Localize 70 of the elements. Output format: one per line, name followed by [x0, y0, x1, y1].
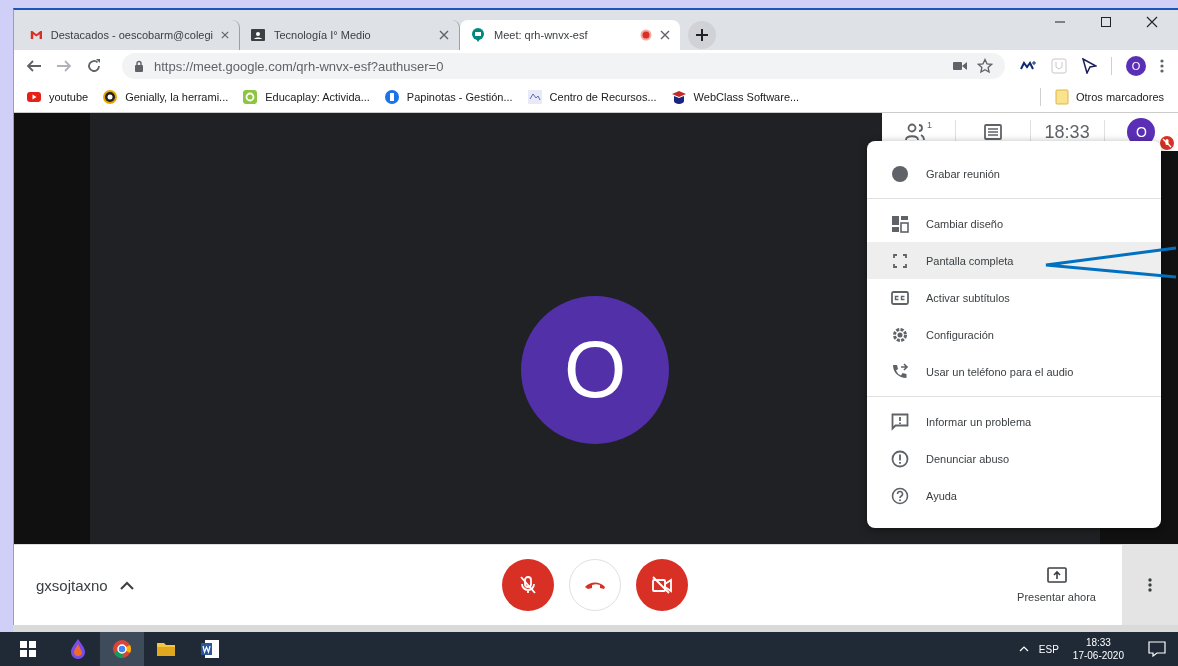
chat-bubble-icon [470, 27, 486, 43]
camera-button[interactable] [636, 559, 688, 611]
captions-icon [891, 288, 909, 307]
participant-avatar: O [521, 295, 669, 444]
windows-start-icon[interactable] [20, 641, 36, 657]
camera-icon [953, 61, 967, 71]
cursor-icon[interactable] [1081, 58, 1097, 74]
reload-icon[interactable] [86, 58, 102, 74]
camera-off-icon [651, 576, 673, 594]
image-icon [526, 89, 543, 105]
alert-icon [891, 449, 909, 468]
graduation-cap-icon [670, 89, 687, 105]
close-icon[interactable] [1146, 16, 1158, 28]
menu-item[interactable]: Informar un problema [867, 403, 1161, 440]
clock-time: 18:33 [1044, 121, 1090, 143]
phone-icon [891, 362, 909, 381]
circle-logo-icon [383, 89, 400, 105]
maximize-icon[interactable] [1100, 16, 1112, 28]
bookmark[interactable]: Educaplay: Activida... [242, 89, 370, 105]
present-button[interactable]: Presentar ahora [1017, 567, 1096, 603]
mic-off-icon [519, 575, 537, 595]
meeting-code: gxsojtaxno [36, 576, 108, 594]
notification-icon[interactable] [1148, 641, 1166, 657]
menu-item[interactable]: Cambiar diseño [867, 205, 1161, 242]
present-screen-icon [1046, 567, 1067, 583]
phone-hangup-icon [584, 580, 606, 590]
menu-item[interactable]: Denunciar abuso [867, 440, 1161, 477]
browser-icon [111, 638, 133, 660]
bookmark-folder[interactable]: Otros marcadores [1054, 89, 1164, 105]
menu-item[interactable]: Grabar reunión [867, 155, 1161, 192]
menu-item[interactable]: Configuración [867, 316, 1161, 353]
clock-date[interactable]: 17-06-2020 [1072, 649, 1124, 662]
bookmark[interactable]: WebClass Software... [670, 89, 800, 105]
settings-icon [891, 325, 909, 344]
new-tab-icon[interactable] [688, 20, 716, 49]
more-icon[interactable] [1160, 58, 1164, 74]
menu-item[interactable]: Pantalla completa [867, 242, 1161, 279]
back-icon[interactable] [26, 58, 42, 74]
taskbar-app[interactable] [100, 632, 144, 666]
menu-item[interactable]: Activar subtítulos [867, 279, 1161, 316]
menu-item[interactable]: Ayuda [867, 477, 1161, 514]
people-icon [905, 123, 928, 141]
bookmark[interactable]: youtube [26, 89, 89, 105]
chat-icon[interactable] [983, 124, 1002, 140]
bookmark[interactable]: Genially, la herrami... [102, 89, 229, 105]
record-icon [891, 164, 909, 183]
close-icon[interactable] [660, 30, 670, 40]
profile-avatar[interactable]: O [1126, 56, 1146, 76]
document-icon [199, 638, 221, 660]
contact-card-icon [250, 27, 266, 43]
lock-icon [134, 60, 144, 72]
bookmark[interactable]: Papinotas - Gestión... [383, 89, 513, 105]
feedback-icon [891, 412, 909, 431]
browser-tab[interactable]: Meet: qrh-wnvx-esf [460, 20, 680, 50]
more-icon[interactable] [1148, 577, 1152, 593]
star-icon[interactable] [977, 58, 993, 74]
video-play-icon [26, 89, 42, 105]
layout-icon [891, 214, 909, 233]
folder-icon [1054, 89, 1069, 105]
address-bar[interactable]: https://meet.google.com/qrh-wnvx-esf?authuser=0 [122, 53, 1005, 79]
language-indicator[interactable]: ESP [1038, 643, 1059, 655]
menu-item[interactable]: Usar un teléfono para el audio [867, 353, 1161, 390]
chevron-up-icon[interactable] [119, 580, 134, 590]
fullscreen-icon [891, 251, 909, 270]
help-icon [891, 486, 909, 505]
clock-time[interactable]: 18:33 [1085, 636, 1111, 649]
leaf-e-icon [242, 89, 259, 105]
bookmark[interactable]: Centro de Recursos... [526, 89, 657, 105]
ring-icon [102, 89, 119, 105]
mic-button[interactable] [502, 559, 554, 611]
